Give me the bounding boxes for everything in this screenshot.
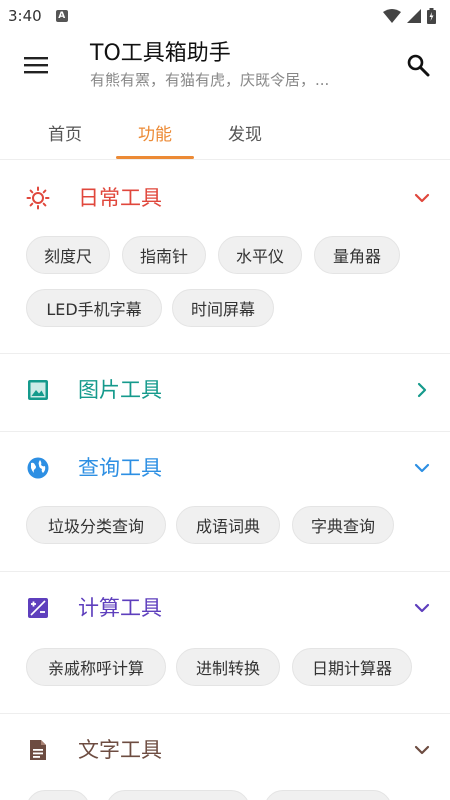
chip-time-screen[interactable]: 时间屏幕 — [172, 289, 274, 327]
globe-icon — [27, 457, 49, 479]
tab-home[interactable]: 首页 — [26, 104, 104, 160]
chip-group-text — [26, 790, 436, 800]
notification-a-icon: A — [55, 10, 68, 22]
section-title-query: 查询工具 — [78, 456, 162, 480]
section-query-tools: 查询工具 垃圾分类查询 成语词典 字典查询 — [0, 432, 450, 572]
document-icon — [30, 740, 46, 760]
section-header-query[interactable]: 查询工具 — [0, 432, 450, 504]
section-header-daily[interactable]: 日常工具 — [0, 162, 450, 234]
chip-compass[interactable]: 指南针 — [122, 236, 206, 274]
section-image-tools: 图片工具 — [0, 354, 450, 432]
status-bar: 3:40 A — [0, 0, 450, 32]
hamburger-menu-icon — [24, 57, 48, 74]
search-button[interactable] — [398, 41, 438, 89]
chevron-down-icon — [414, 603, 430, 613]
tab-active-indicator — [116, 156, 194, 159]
chip-partial-2[interactable] — [106, 790, 250, 800]
sun-icon — [26, 186, 50, 210]
battery-icon — [427, 8, 436, 24]
chip-group-query: 垃圾分类查询 成语词典 字典查询 — [26, 506, 436, 546]
chip-garbage-sort[interactable]: 垃圾分类查询 — [26, 506, 166, 544]
chip-character-dictionary[interactable]: 字典查询 — [292, 506, 394, 544]
chip-led-subtitle[interactable]: LED手机字幕 — [26, 289, 162, 327]
image-icon — [28, 380, 48, 400]
chip-date-calculator[interactable]: 日期计算器 — [292, 648, 412, 686]
menu-button[interactable] — [8, 37, 64, 93]
search-icon — [407, 54, 430, 77]
app-bar: TO工具箱助手 有熊有罴，有猫有虎，庆既令居，... — [0, 32, 450, 98]
tab-functions[interactable]: 功能 — [116, 104, 194, 160]
status-time: 3:40 — [8, 7, 42, 25]
chip-relative-title-calc[interactable]: 亲戚称呼计算 — [26, 648, 166, 686]
section-header-text[interactable]: 文字工具 — [0, 714, 450, 786]
section-calc-tools: 计算工具 亲戚称呼计算 进制转换 日期计算器 — [0, 572, 450, 714]
chip-group-calc: 亲戚称呼计算 进制转换 日期计算器 — [26, 648, 436, 688]
app-title: TO工具箱助手 — [90, 40, 231, 66]
app-subtitle: 有熊有罴，有猫有虎，庆既令居，... — [90, 70, 330, 89]
calculator-icon — [28, 598, 48, 618]
chip-ruler[interactable]: 刻度尺 — [26, 236, 110, 274]
section-title-daily: 日常工具 — [78, 186, 162, 210]
section-text-tools: 文字工具 — [0, 714, 450, 800]
chip-partial-3[interactable] — [264, 790, 392, 800]
chip-group-daily: 刻度尺 指南针 水平仪 量角器 LED手机字幕 时间屏幕 — [26, 236, 436, 327]
chip-level[interactable]: 水平仪 — [218, 236, 302, 274]
chevron-down-icon — [414, 745, 430, 755]
section-header-image[interactable]: 图片工具 — [0, 354, 450, 426]
section-daily-tools: 日常工具 刻度尺 指南针 水平仪 量角器 LED手机字幕 时间屏幕 — [0, 162, 450, 354]
chip-partial-1[interactable] — [26, 790, 90, 800]
title-block: TO工具箱助手 有熊有罴，有猫有虎，庆既令居，... — [90, 40, 329, 91]
signal-icon — [407, 9, 421, 23]
chevron-down-icon — [414, 463, 430, 473]
chevron-down-icon — [414, 193, 430, 203]
wifi-icon — [383, 9, 401, 23]
section-title-calc: 计算工具 — [78, 596, 162, 620]
tab-discover[interactable]: 发现 — [206, 104, 284, 160]
chip-protractor[interactable]: 量角器 — [314, 236, 400, 274]
chevron-right-icon — [417, 382, 427, 398]
section-title-text: 文字工具 — [78, 738, 162, 762]
chip-idiom-dictionary[interactable]: 成语词典 — [176, 506, 280, 544]
tab-bar: 首页 功能 发现 — [0, 104, 450, 160]
chip-base-conversion[interactable]: 进制转换 — [176, 648, 280, 686]
section-header-calc[interactable]: 计算工具 — [0, 572, 450, 644]
section-title-image: 图片工具 — [78, 378, 162, 402]
